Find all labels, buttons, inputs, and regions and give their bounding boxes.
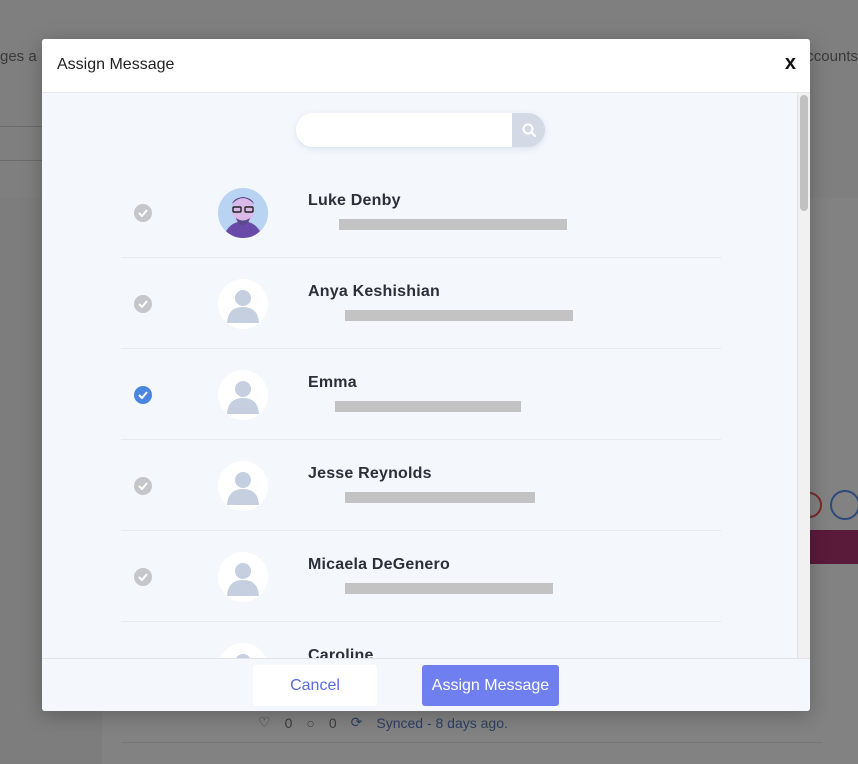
select-checkbox[interactable] [134, 295, 152, 313]
assign-message-modal: Assign Message x Luke Denby Anya Keshish… [42, 39, 810, 711]
modal-footer: Cancel Assign Message [42, 658, 810, 711]
check-icon [138, 482, 148, 490]
background-text-right: ccounts [806, 48, 858, 65]
avatar-placeholder-icon [218, 552, 268, 602]
select-checkbox[interactable] [134, 204, 152, 222]
assign-message-button[interactable]: Assign Message [422, 665, 559, 706]
cancel-button[interactable]: Cancel [253, 665, 377, 706]
redacted-detail [345, 492, 535, 503]
user-name: Caroline [308, 647, 374, 658]
synced-status: Synced - 8 days ago. [376, 714, 508, 731]
user-row[interactable]: Micaela DeGenero [121, 531, 721, 622]
redacted-detail [345, 583, 553, 594]
background-text-left: ges a [0, 48, 37, 65]
user-name: Emma [308, 374, 357, 391]
user-row[interactable]: Emma [121, 349, 721, 440]
user-name: Jesse Reynolds [308, 465, 432, 482]
check-icon [138, 300, 148, 308]
user-name: Anya Keshishian [308, 283, 440, 300]
background-divider [0, 126, 42, 127]
scrollbar-thumb[interactable] [800, 95, 808, 211]
user-row[interactable]: Luke Denby [121, 167, 721, 258]
background-post-stats: ♡ 0 ○ 0 ⟳ Synced - 8 days ago. [258, 714, 508, 731]
search-bar [296, 113, 545, 147]
select-checkbox-checked[interactable] [134, 386, 152, 404]
redacted-detail [345, 310, 573, 321]
modal-header: Assign Message x [42, 39, 810, 93]
avatar [218, 188, 268, 238]
comment-icon: ○ [306, 714, 315, 731]
check-icon [138, 391, 148, 399]
close-button[interactable]: x [785, 52, 796, 75]
search-icon [522, 123, 536, 137]
select-checkbox[interactable] [134, 477, 152, 495]
avatar-placeholder-icon [218, 643, 268, 658]
check-icon [138, 209, 148, 217]
user-name: Luke Denby [308, 192, 401, 209]
background-divider [122, 742, 822, 743]
user-row[interactable]: Caroline [121, 622, 721, 658]
heart-icon: ♡ [258, 714, 271, 730]
avatar-placeholder-icon [218, 461, 268, 511]
user-photo [218, 188, 268, 238]
avatar-placeholder-icon [218, 370, 268, 420]
background-eye-icon [830, 490, 858, 520]
sync-icon: ⟳ [350, 714, 363, 730]
check-icon [138, 573, 148, 581]
redacted-detail [339, 219, 567, 230]
likes-count: 0 [284, 714, 293, 731]
modal-title: Assign Message [57, 56, 175, 73]
comments-count: 0 [328, 714, 337, 731]
background-divider [0, 160, 42, 161]
redacted-detail [335, 401, 521, 412]
scrollbar[interactable] [797, 93, 810, 658]
select-checkbox[interactable] [134, 568, 152, 586]
search-button[interactable] [512, 113, 545, 147]
user-row[interactable]: Jesse Reynolds [121, 440, 721, 531]
user-name: Micaela DeGenero [308, 556, 450, 573]
user-list-body[interactable]: Luke Denby Anya Keshishian Emma Jesse Re… [42, 93, 810, 658]
avatar-placeholder-icon [218, 279, 268, 329]
background-banner [808, 530, 858, 564]
search-input[interactable] [296, 113, 511, 147]
user-row[interactable]: Anya Keshishian [121, 258, 721, 349]
